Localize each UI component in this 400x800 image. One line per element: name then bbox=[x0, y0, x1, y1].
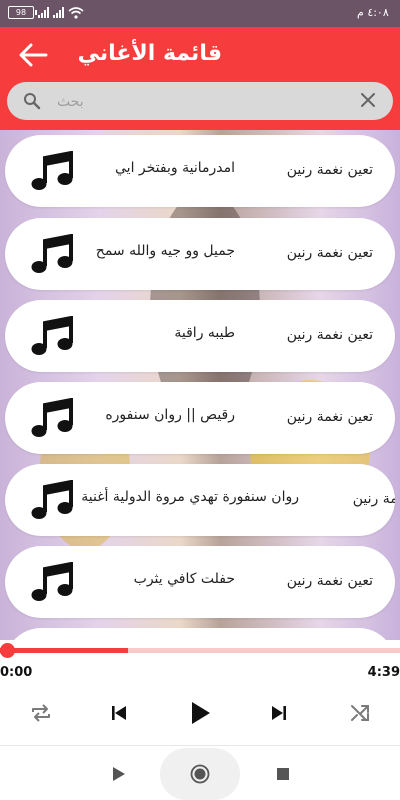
skip-next-icon[interactable] bbox=[272, 706, 286, 720]
set-ringtone-button[interactable]: تعين نغمة رنين bbox=[287, 573, 373, 589]
record-icon[interactable] bbox=[190, 764, 210, 784]
list-item[interactable]: امدرمانية وبفتخر ايي تعين نغمة رنين bbox=[5, 135, 395, 207]
song-title: امدرمانية وبفتخر ايي bbox=[115, 160, 235, 176]
divider bbox=[0, 745, 400, 746]
list-item[interactable]: حفلت كافي يثرب تعين نغمة رنين bbox=[5, 546, 395, 618]
signal-icon bbox=[38, 7, 49, 18]
current-time: 0:00 bbox=[0, 665, 33, 680]
clear-icon[interactable] bbox=[361, 93, 375, 107]
play-icon-small[interactable] bbox=[113, 767, 125, 781]
list-item[interactable]: طيبه راقية تعين نغمة رنين bbox=[5, 300, 395, 372]
list-item[interactable]: روان سنفورة تهدي مروة الدولية أغنية تعين… bbox=[5, 464, 395, 536]
list-item[interactable]: جميل وو جيه والله سمح تعين نغمة رنين bbox=[5, 218, 395, 290]
list-item[interactable] bbox=[5, 628, 395, 640]
signal-icon-2 bbox=[53, 7, 64, 18]
set-ringtone-button[interactable]: تعين نغمة رنين bbox=[353, 491, 395, 507]
song-title: حفلت كافي يثرب bbox=[133, 571, 235, 587]
music-note-icon bbox=[31, 316, 73, 355]
list-item[interactable]: رقيص || روان سنفوره تعين نغمة رنين bbox=[5, 382, 395, 454]
stop-icon[interactable] bbox=[277, 768, 289, 780]
set-ringtone-button[interactable]: تعين نغمة رنين bbox=[287, 245, 373, 261]
seek-bar-fill bbox=[0, 648, 128, 653]
wifi-icon bbox=[68, 6, 84, 19]
skip-previous-icon[interactable] bbox=[112, 706, 126, 720]
battery-icon: 98 bbox=[8, 6, 37, 19]
song-title: طيبه راقية bbox=[174, 325, 235, 341]
music-note-icon bbox=[31, 151, 73, 190]
status-icons: 98 bbox=[8, 6, 84, 19]
song-title: جميل وو جيه والله سمح bbox=[95, 243, 235, 259]
status-time: ٤:٠٨ م bbox=[357, 6, 389, 19]
search-input[interactable] bbox=[55, 89, 349, 115]
music-note-icon bbox=[31, 398, 73, 437]
music-note-icon bbox=[31, 234, 73, 273]
seek-thumb[interactable] bbox=[0, 643, 15, 658]
set-ringtone-button[interactable]: تعين نغمة رنين bbox=[287, 409, 373, 425]
shuffle-icon[interactable] bbox=[350, 704, 370, 722]
song-title: روان سنفورة تهدي مروة الدولية أغنية bbox=[81, 489, 299, 505]
player-panel: 0:00 4:39 bbox=[0, 640, 400, 800]
total-time: 4:39 bbox=[367, 665, 400, 680]
play-icon[interactable] bbox=[192, 702, 210, 724]
repeat-icon[interactable] bbox=[30, 703, 52, 723]
music-note-icon bbox=[31, 562, 73, 601]
song-title: رقيص || روان سنفوره bbox=[105, 407, 235, 423]
seek-bar[interactable] bbox=[0, 643, 400, 658]
set-ringtone-button[interactable]: تعين نغمة رنين bbox=[287, 327, 373, 343]
page-title: قائمة الأغاني bbox=[77, 41, 222, 66]
song-list[interactable]: امدرمانية وبفتخر ايي تعين نغمة رنين جميل… bbox=[0, 130, 400, 640]
search-bar bbox=[7, 82, 393, 120]
music-note-icon bbox=[31, 480, 73, 519]
set-ringtone-button[interactable]: تعين نغمة رنين bbox=[287, 162, 373, 178]
back-arrow-icon[interactable] bbox=[18, 42, 48, 68]
status-bar: 98 ٤:٠٨ م bbox=[0, 0, 400, 27]
search-icon[interactable] bbox=[23, 92, 41, 110]
